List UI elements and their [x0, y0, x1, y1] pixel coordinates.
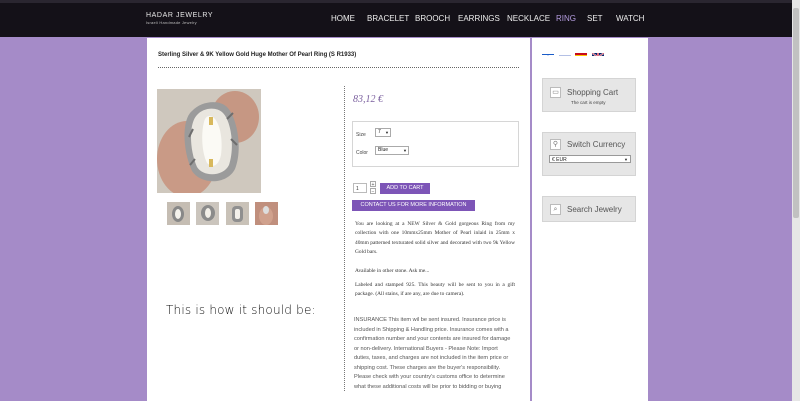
shopping-cart-widget[interactable]: ▭ Shopping Cart The cart is empty — [542, 78, 636, 112]
main-nav: HOME BRACELET BROOCH EARRINGS NECKLACE R… — [0, 14, 800, 26]
product-panel: Sterling Silver & 9K Yellow Gold Huge Mo… — [147, 38, 530, 401]
currency-select[interactable]: € EUR ▼ — [549, 155, 631, 163]
size-select[interactable]: 7 ▼ — [375, 128, 391, 137]
size-label: Size — [356, 132, 366, 138]
add-to-cart-button[interactable]: ADD TO CART — [380, 183, 430, 194]
top-stripe — [0, 0, 800, 3]
insurance-text: INSURANCE This item wil be sent insured.… — [354, 317, 511, 390]
cart-status: The cart is empty — [571, 100, 606, 105]
product-main-image[interactable] — [157, 89, 261, 193]
thumbnail-4[interactable] — [255, 202, 278, 225]
scrollbar-thumb[interactable] — [793, 8, 799, 218]
quantity-up-button[interactable]: + — [370, 181, 376, 188]
nav-set[interactable]: SET — [587, 14, 603, 23]
nav-bracelet[interactable]: BRACELET — [367, 14, 409, 23]
annotation-note: This is how it should be: — [166, 303, 316, 317]
nav-brooch[interactable]: BROOCH — [415, 14, 450, 23]
search-title: Search Jewelry — [567, 205, 622, 214]
nav-earrings[interactable]: EARRINGS — [458, 14, 500, 23]
nav-home[interactable]: HOME — [331, 14, 355, 23]
nav-watch[interactable]: WATCH — [616, 14, 644, 23]
spain-flag-icon[interactable] — [575, 48, 587, 56]
russia-flag-icon[interactable] — [559, 48, 571, 56]
thumbnail-1[interactable] — [167, 202, 190, 225]
description-paragraph-2: Available in other stone. Ask me... — [355, 268, 430, 274]
ring-photo — [157, 89, 261, 193]
thumbnail-2[interactable] — [196, 202, 219, 225]
search-widget[interactable]: ⌕ Search Jewelry — [542, 196, 636, 222]
location-pin-icon: ⚲ — [550, 139, 561, 150]
cart-icon: ▭ — [550, 87, 561, 98]
description-paragraph-1: You are looking at a NEW Silver & Gold g… — [355, 221, 515, 255]
quantity-input[interactable]: 1 — [353, 183, 367, 193]
chevron-down-icon: ▼ — [624, 157, 628, 162]
options-box: Size 7 ▼ Color Blue ▼ — [352, 121, 519, 167]
currency-widget: ⚲ Switch Currency — [542, 132, 636, 176]
color-label: Color — [356, 150, 368, 156]
currency-title: Switch Currency — [567, 140, 626, 149]
chevron-down-icon: ▼ — [403, 148, 407, 153]
color-select[interactable]: Blue ▼ — [375, 146, 409, 155]
search-icon: ⌕ — [550, 204, 561, 215]
title-divider — [158, 67, 519, 68]
israel-flag-icon[interactable] — [542, 48, 554, 56]
uk-flag-icon[interactable] — [592, 48, 604, 56]
top-bar: HADAR JEWELRY Israeli Handmade Jewelry H… — [0, 0, 800, 37]
color-value: Blue — [378, 147, 389, 153]
contact-button[interactable]: CONTACT US FOR MORE INFORMATION — [352, 200, 475, 211]
currency-value: € EUR — [552, 157, 567, 163]
page-scrollbar[interactable] — [792, 0, 800, 401]
product-title: Sterling Silver & 9K Yellow Gold Huge Mo… — [158, 52, 357, 58]
size-value: 7 — [378, 129, 381, 135]
column-divider — [344, 86, 345, 391]
nav-necklace[interactable]: NECKLACE — [507, 14, 550, 23]
description-paragraph-3: Labeled and stamped 925. This beauty wil… — [355, 282, 515, 298]
quantity-down-button[interactable]: − — [370, 188, 376, 195]
thumbnail-3[interactable] — [226, 202, 249, 225]
nav-ring[interactable]: RING — [556, 14, 576, 23]
product-price: 83,12 € — [353, 94, 383, 105]
cart-title: Shopping Cart — [567, 88, 619, 97]
chevron-down-icon: ▼ — [385, 130, 389, 135]
